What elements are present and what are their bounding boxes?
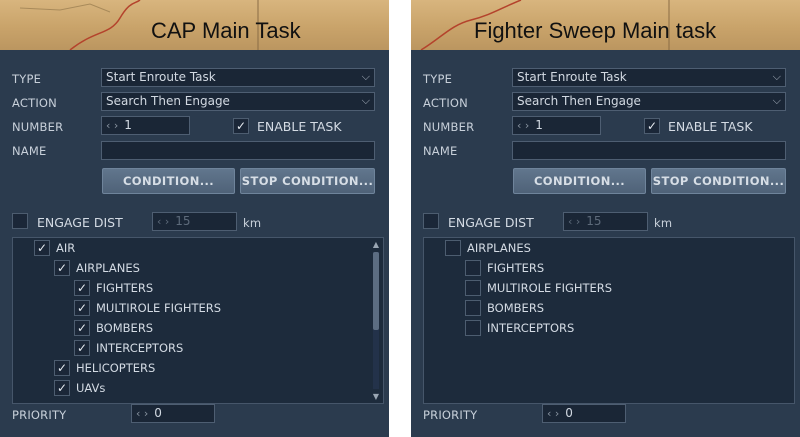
spin-arrows-icon[interactable]: ‹ › bbox=[106, 119, 118, 132]
checkmark-icon[interactable]: ✓ bbox=[54, 260, 70, 276]
type-label: TYPE bbox=[423, 72, 453, 86]
action-dropdown-value: Search Then Engage bbox=[106, 94, 230, 108]
tree-item-label: BOMBERS bbox=[96, 321, 154, 335]
tree-item-label: FIGHTERS bbox=[96, 281, 154, 295]
tree-item-label: HELICOPTERS bbox=[76, 361, 156, 375]
checkbox-empty[interactable] bbox=[465, 280, 481, 296]
tree-item-label: UAVs bbox=[76, 381, 106, 395]
tree-item-label: FIGHTERS bbox=[487, 261, 545, 275]
target-type-tree: AIRPLANES FIGHTERS MULTIROLE FIGHTERS BO… bbox=[423, 237, 795, 404]
checkbox-empty[interactable] bbox=[445, 240, 461, 256]
number-value: 1 bbox=[124, 118, 132, 132]
fighter-sweep-task-panel: Fighter Sweep Main task TYPE Start Enrou… bbox=[411, 0, 800, 437]
checkbox-empty[interactable] bbox=[465, 260, 481, 276]
spin-arrows-icon[interactable]: ‹ › bbox=[517, 119, 529, 132]
stop-condition-button[interactable]: STOP CONDITION... bbox=[240, 168, 375, 194]
checkmark-icon[interactable]: ✓ bbox=[74, 300, 90, 316]
target-type-tree: ✓ AIR ✓ AIRPLANES ✓ FIGHTERS ✓ MULTIROLE… bbox=[12, 237, 384, 404]
tree-item-label: AIRPLANES bbox=[76, 261, 140, 275]
chevron-down-icon: ⌵ bbox=[772, 70, 781, 83]
condition-button[interactable]: CONDITION... bbox=[102, 168, 235, 194]
name-input[interactable] bbox=[512, 141, 786, 160]
engage-dist-spinner[interactable]: ‹ › 15 bbox=[152, 212, 237, 231]
number-label: NUMBER bbox=[423, 120, 475, 134]
checkmark-icon[interactable]: ✓ bbox=[54, 380, 70, 396]
spin-arrows-icon[interactable]: ‹ › bbox=[568, 215, 580, 228]
enable-task-label: ENABLE TASK bbox=[668, 119, 753, 134]
number-spinner[interactable]: ‹ › 1 bbox=[512, 116, 601, 135]
action-dropdown-value: Search Then Engage bbox=[517, 94, 641, 108]
checkmark-icon[interactable]: ✓ bbox=[74, 320, 90, 336]
checkbox-empty[interactable] bbox=[465, 300, 481, 316]
enable-task-label: ENABLE TASK bbox=[257, 119, 342, 134]
tree-item-label: INTERCEPTORS bbox=[487, 321, 575, 335]
type-label: TYPE bbox=[12, 72, 42, 86]
type-dropdown-value: Start Enroute Task bbox=[106, 70, 216, 84]
panel-caption: CAP Main Task bbox=[151, 18, 301, 43]
type-dropdown[interactable]: Start Enroute Task ⌵ bbox=[101, 68, 375, 87]
engage-dist-spinner[interactable]: ‹ › 15 bbox=[563, 212, 648, 231]
name-input[interactable] bbox=[101, 141, 375, 160]
scroll-up-icon[interactable]: ▲ bbox=[371, 240, 381, 249]
tree-item-label: MULTIROLE FIGHTERS bbox=[487, 281, 613, 295]
engage-dist-unit: km bbox=[654, 216, 673, 230]
chevron-down-icon: ⌵ bbox=[361, 94, 370, 107]
map-background: Fighter Sweep Main task bbox=[411, 0, 800, 50]
type-dropdown-value: Start Enroute Task bbox=[517, 70, 627, 84]
enable-task-checkbox[interactable]: ✓ bbox=[644, 118, 660, 134]
name-label: NAME bbox=[423, 144, 458, 158]
number-label: NUMBER bbox=[12, 120, 64, 134]
priority-spinner[interactable]: ‹ › 0 bbox=[131, 404, 215, 423]
tree-item-label: BOMBERS bbox=[487, 301, 545, 315]
panel-caption: Fighter Sweep Main task bbox=[474, 18, 717, 43]
engage-dist-label: ENGAGE DIST bbox=[448, 215, 534, 230]
tree-scrollbar[interactable]: ▲ ▼ bbox=[371, 240, 381, 401]
tree-item-label: INTERCEPTORS bbox=[96, 341, 184, 355]
priority-value: 0 bbox=[565, 406, 573, 420]
number-value: 1 bbox=[535, 118, 543, 132]
scroll-down-icon[interactable]: ▼ bbox=[371, 392, 381, 401]
type-dropdown[interactable]: Start Enroute Task ⌵ bbox=[512, 68, 786, 87]
number-spinner[interactable]: ‹ › 1 bbox=[101, 116, 190, 135]
chevron-down-icon: ⌵ bbox=[772, 94, 781, 107]
engage-dist-checkbox[interactable] bbox=[423, 213, 439, 229]
condition-button[interactable]: CONDITION... bbox=[513, 168, 646, 194]
checkmark-icon[interactable]: ✓ bbox=[74, 340, 90, 356]
checkmark-icon[interactable]: ✓ bbox=[74, 280, 90, 296]
chevron-down-icon: ⌵ bbox=[361, 70, 370, 83]
priority-value: 0 bbox=[154, 406, 162, 420]
engage-dist-value: 15 bbox=[586, 214, 602, 228]
engage-dist-checkbox[interactable] bbox=[12, 213, 28, 229]
engage-dist-label: ENGAGE DIST bbox=[37, 215, 123, 230]
action-label: ACTION bbox=[423, 96, 468, 110]
checkmark-icon[interactable]: ✓ bbox=[34, 240, 50, 256]
spin-arrows-icon[interactable]: ‹ › bbox=[136, 407, 148, 420]
priority-label: PRIORITY bbox=[12, 408, 67, 422]
spin-arrows-icon[interactable]: ‹ › bbox=[157, 215, 169, 228]
tree-item-label: MULTIROLE FIGHTERS bbox=[96, 301, 222, 315]
checkmark-icon[interactable]: ✓ bbox=[54, 360, 70, 376]
action-dropdown[interactable]: Search Then Engage ⌵ bbox=[101, 92, 375, 111]
name-label: NAME bbox=[12, 144, 47, 158]
tree-item-label: AIRPLANES bbox=[467, 241, 531, 255]
cap-task-panel: CAP Main Task TYPE Start Enroute Task ⌵ … bbox=[0, 0, 389, 437]
engage-dist-value: 15 bbox=[175, 214, 191, 228]
engage-dist-unit: km bbox=[243, 216, 262, 230]
stop-condition-button[interactable]: STOP CONDITION... bbox=[651, 168, 786, 194]
action-label: ACTION bbox=[12, 96, 57, 110]
priority-spinner[interactable]: ‹ › 0 bbox=[542, 404, 626, 423]
action-dropdown[interactable]: Search Then Engage ⌵ bbox=[512, 92, 786, 111]
enable-task-checkbox[interactable]: ✓ bbox=[233, 118, 249, 134]
priority-label: PRIORITY bbox=[423, 408, 478, 422]
tree-item-label: AIR bbox=[56, 241, 76, 255]
spin-arrows-icon[interactable]: ‹ › bbox=[547, 407, 559, 420]
checkbox-empty[interactable] bbox=[465, 320, 481, 336]
scroll-thumb[interactable] bbox=[373, 252, 379, 330]
map-background: CAP Main Task bbox=[0, 0, 389, 50]
